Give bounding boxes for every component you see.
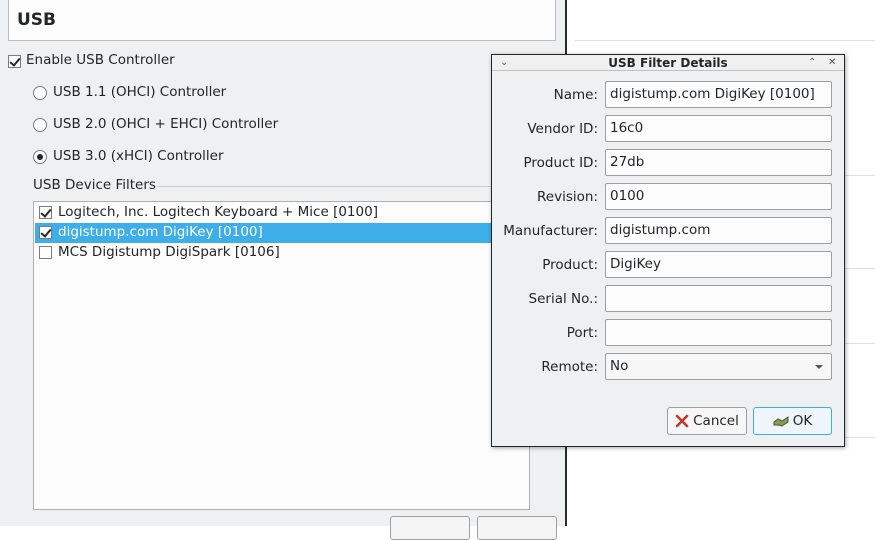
remote-select[interactable]: No bbox=[605, 353, 832, 380]
usb20-radio[interactable] bbox=[33, 118, 47, 132]
background-divider bbox=[845, 343, 875, 344]
close-icon[interactable]: ✕ bbox=[828, 55, 836, 70]
filter-label: Logitech, Inc. Logitech Keyboard + Mice … bbox=[58, 204, 378, 220]
product-label: Product: bbox=[542, 257, 598, 273]
enable-usb-label[interactable]: Enable USB Controller bbox=[26, 52, 175, 68]
filter-checkbox[interactable] bbox=[39, 246, 52, 259]
filter-label: MCS Digistump DigiSpark [0106] bbox=[58, 244, 280, 260]
product-id-label: Product ID: bbox=[523, 155, 598, 171]
filter-checkbox[interactable] bbox=[39, 226, 52, 239]
background-divider bbox=[845, 175, 875, 176]
revision-label: Revision: bbox=[537, 189, 598, 205]
usb11-radio[interactable] bbox=[33, 86, 47, 100]
product-field[interactable]: DigiKey bbox=[605, 251, 832, 278]
manufacturer-field[interactable]: digistump.com bbox=[605, 217, 832, 244]
name-field[interactable]: digistump.com DigiKey [0100] bbox=[605, 81, 832, 108]
cancel-icon bbox=[675, 414, 689, 428]
vendor-id-field[interactable]: 16c0 bbox=[605, 115, 832, 142]
page-title: USB bbox=[8, 0, 556, 41]
vendor-id-label: Vendor ID: bbox=[527, 121, 598, 137]
chevron-down-icon bbox=[815, 365, 823, 369]
usb20-label[interactable]: USB 2.0 (OHCI + EHCI) Controller bbox=[53, 116, 278, 132]
usb30-label[interactable]: USB 3.0 (xHCI) Controller bbox=[53, 148, 224, 164]
usb-filter-list[interactable]: Logitech, Inc. Logitech Keyboard + Mice … bbox=[33, 201, 530, 510]
name-label: Name: bbox=[553, 87, 598, 103]
filters-group-divider bbox=[157, 186, 502, 187]
serial-no-field[interactable] bbox=[605, 285, 832, 312]
maximize-icon[interactable]: ⌃ bbox=[808, 55, 816, 70]
enable-usb-checkbox[interactable] bbox=[8, 55, 21, 68]
background-divider bbox=[845, 268, 875, 269]
filter-row-selected[interactable]: digistump.com DigiKey [0100] bbox=[35, 223, 529, 243]
filter-checkbox[interactable] bbox=[39, 206, 52, 219]
remote-select-value: No bbox=[610, 358, 629, 374]
port-field[interactable] bbox=[605, 319, 832, 346]
revision-field[interactable]: 0100 bbox=[605, 183, 832, 210]
filters-group-title: USB Device Filters bbox=[33, 177, 156, 193]
dialog-title: USB Filter Details bbox=[608, 56, 728, 70]
background-ok-button[interactable] bbox=[477, 516, 557, 540]
usb-filter-details-dialog: ⌄ USB Filter Details ⌃ ✕ Name: digistump… bbox=[491, 54, 845, 447]
cancel-button[interactable]: Cancel bbox=[667, 407, 747, 435]
manufacturer-label: Manufacturer: bbox=[503, 223, 598, 239]
usb30-radio[interactable] bbox=[33, 150, 47, 164]
filter-row[interactable]: MCS Digistump DigiSpark [0106] bbox=[35, 243, 529, 263]
background-divider bbox=[845, 437, 875, 438]
ok-icon bbox=[773, 416, 789, 427]
ok-button[interactable]: OK bbox=[753, 407, 832, 435]
cancel-button-label: Cancel bbox=[693, 413, 739, 429]
background-cancel-button[interactable] bbox=[390, 516, 470, 540]
serial-no-label: Serial No.: bbox=[528, 291, 598, 307]
background-divider bbox=[575, 40, 875, 41]
remote-label: Remote: bbox=[541, 359, 598, 375]
filter-label: digistump.com DigiKey [0100] bbox=[58, 224, 263, 240]
dialog-titlebar[interactable]: ⌄ USB Filter Details ⌃ ✕ bbox=[492, 55, 844, 71]
port-label: Port: bbox=[566, 325, 598, 341]
usb11-label[interactable]: USB 1.1 (OHCI) Controller bbox=[53, 84, 226, 100]
filter-row[interactable]: Logitech, Inc. Logitech Keyboard + Mice … bbox=[35, 203, 529, 223]
ok-button-label: OK bbox=[792, 413, 813, 429]
usb-settings-page: USB Enable USB Controller USB 1.1 (OHCI)… bbox=[0, 0, 567, 540]
product-id-field[interactable]: 27db bbox=[605, 149, 832, 176]
